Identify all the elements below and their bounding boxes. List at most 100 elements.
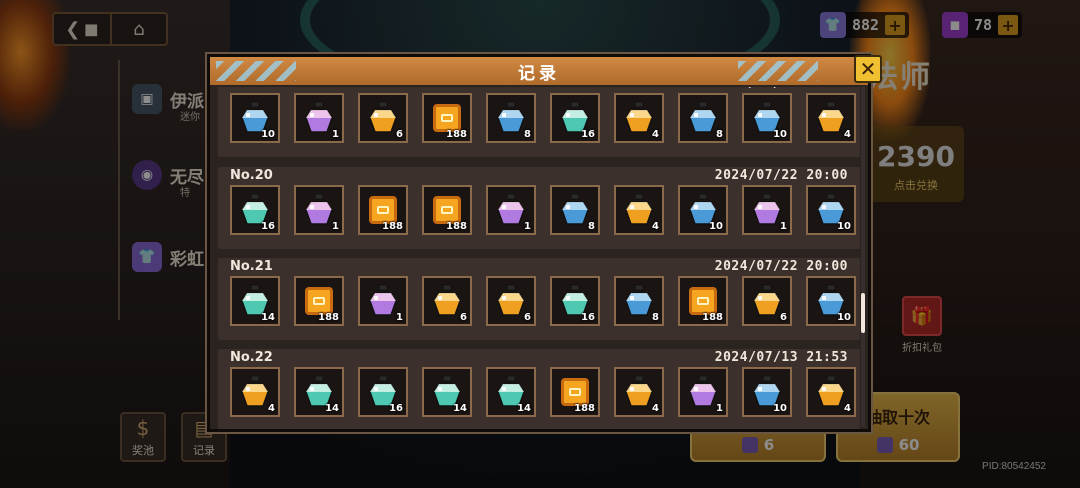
- scroll-track: [861, 87, 865, 427]
- gold-potion-icon: [625, 193, 653, 225]
- blue-potion-icon: [625, 284, 653, 316]
- item-slot[interactable]: 10: [806, 276, 856, 326]
- item-slot[interactable]: 10: [742, 367, 792, 417]
- gold-potion-icon: [625, 101, 653, 133]
- item-slot[interactable]: 14: [294, 367, 344, 417]
- item-slot[interactable]: 1: [294, 93, 344, 143]
- item-slot[interactable]: 14: [230, 276, 280, 326]
- item-slot[interactable]: 16: [550, 276, 600, 326]
- item-slot[interactable]: 8: [678, 93, 728, 143]
- item-quantity: 1: [524, 221, 531, 232]
- item-slot[interactable]: 6: [422, 276, 472, 326]
- record-items: 4 14 16 14 14 188 4 1 10 4: [230, 367, 856, 417]
- item-quantity: 16: [581, 129, 595, 140]
- item-quantity: 6: [460, 312, 467, 323]
- record-row: No.21 2024/07/22 20:00 14 188 1 6 6 16 8 18…: [218, 258, 860, 340]
- item-slot[interactable]: 8: [614, 276, 664, 326]
- header-decoration-left: [216, 61, 296, 81]
- coin-block-icon: [369, 196, 397, 224]
- item-slot[interactable]: 188: [422, 93, 472, 143]
- modal-header: 记录 ✕: [210, 55, 882, 85]
- rainbow-potion-icon: [305, 101, 333, 133]
- coin-block-icon: [433, 196, 461, 224]
- item-slot[interactable]: 188: [422, 185, 472, 235]
- item-quantity: 4: [652, 403, 659, 414]
- item-slot[interactable]: 4: [614, 93, 664, 143]
- gold-potion-icon: [433, 284, 461, 316]
- item-quantity: 10: [837, 312, 851, 323]
- close-button[interactable]: ✕: [854, 55, 882, 83]
- rainbow-potion-icon: [753, 193, 781, 225]
- item-quantity: 6: [780, 312, 787, 323]
- record-items: 14 188 1 6 6 16 8 188 6 10: [230, 276, 856, 326]
- item-quantity: 6: [524, 312, 531, 323]
- coin-block-icon: [561, 378, 589, 406]
- item-slot[interactable]: 1: [294, 185, 344, 235]
- item-quantity: 16: [261, 221, 275, 232]
- blue-potion-icon: [497, 101, 525, 133]
- item-quantity: 8: [588, 221, 595, 232]
- item-slot[interactable]: 4: [806, 367, 856, 417]
- record-header: No.21 2024/07/22 20:00: [230, 258, 848, 274]
- item-slot[interactable]: 10: [742, 93, 792, 143]
- rainbow-potion-icon: [497, 193, 525, 225]
- item-slot[interactable]: 14: [486, 367, 536, 417]
- record-number: No.20: [230, 167, 273, 183]
- item-quantity: 188: [318, 312, 339, 323]
- record-header: No.20 2024/07/22 20:00: [230, 167, 848, 183]
- item-quantity: 188: [446, 129, 467, 140]
- item-slot[interactable]: 188: [294, 276, 344, 326]
- item-slot[interactable]: 16: [550, 93, 600, 143]
- item-slot[interactable]: 10: [806, 185, 856, 235]
- gold-potion-icon: [817, 101, 845, 133]
- item-quantity: 8: [652, 312, 659, 323]
- item-slot[interactable]: 4: [806, 93, 856, 143]
- record-number: No.22: [230, 349, 273, 365]
- item-quantity: 8: [716, 129, 723, 140]
- record-time: 2024/07/22 20:00: [714, 167, 848, 183]
- item-quantity: 188: [446, 221, 467, 232]
- item-slot[interactable]: 6: [742, 276, 792, 326]
- item-slot[interactable]: 14: [422, 367, 472, 417]
- item-quantity: 4: [652, 221, 659, 232]
- item-slot[interactable]: 10: [230, 93, 280, 143]
- item-slot[interactable]: 6: [358, 93, 408, 143]
- item-quantity: 8: [524, 129, 531, 140]
- item-quantity: 16: [581, 312, 595, 323]
- item-quantity: 16: [389, 403, 403, 414]
- item-quantity: 188: [702, 312, 723, 323]
- item-quantity: 10: [261, 129, 275, 140]
- coin-block-icon: [433, 104, 461, 132]
- record-time: 2024/07/22 20:00: [714, 258, 848, 274]
- item-quantity: 4: [844, 129, 851, 140]
- item-slot[interactable]: 188: [358, 185, 408, 235]
- item-quantity: 1: [332, 129, 339, 140]
- item-quantity: 14: [325, 403, 339, 414]
- item-slot[interactable]: 6: [486, 276, 536, 326]
- item-slot[interactable]: 16: [358, 367, 408, 417]
- item-slot[interactable]: 10: [678, 185, 728, 235]
- scrollbar-thumb[interactable]: [861, 293, 865, 333]
- item-slot[interactable]: 4: [614, 367, 664, 417]
- item-slot[interactable]: 1: [486, 185, 536, 235]
- item-slot[interactable]: 4: [614, 185, 664, 235]
- item-slot[interactable]: 8: [550, 185, 600, 235]
- item-slot[interactable]: 1: [742, 185, 792, 235]
- item-quantity: 188: [382, 221, 403, 232]
- coin-block-icon: [689, 287, 717, 315]
- rainbow-potion-icon: [689, 375, 717, 407]
- item-quantity: 10: [837, 221, 851, 232]
- item-quantity: 4: [844, 403, 851, 414]
- record-header: No.19 2024/07/22 20:00: [230, 87, 848, 91]
- item-slot[interactable]: 1: [678, 367, 728, 417]
- records-list[interactable]: No.192024/07/22 20:00 10 1 6188 8 16 4 8: [218, 87, 860, 429]
- item-slot[interactable]: 188: [550, 367, 600, 417]
- item-slot[interactable]: 8: [486, 93, 536, 143]
- blue-potion-icon: [689, 101, 717, 133]
- item-slot[interactable]: 16: [230, 185, 280, 235]
- item-slot[interactable]: 4: [230, 367, 280, 417]
- item-quantity: 4: [652, 129, 659, 140]
- item-slot[interactable]: 1: [358, 276, 408, 326]
- item-quantity: 4: [268, 403, 275, 414]
- item-slot[interactable]: 188: [678, 276, 728, 326]
